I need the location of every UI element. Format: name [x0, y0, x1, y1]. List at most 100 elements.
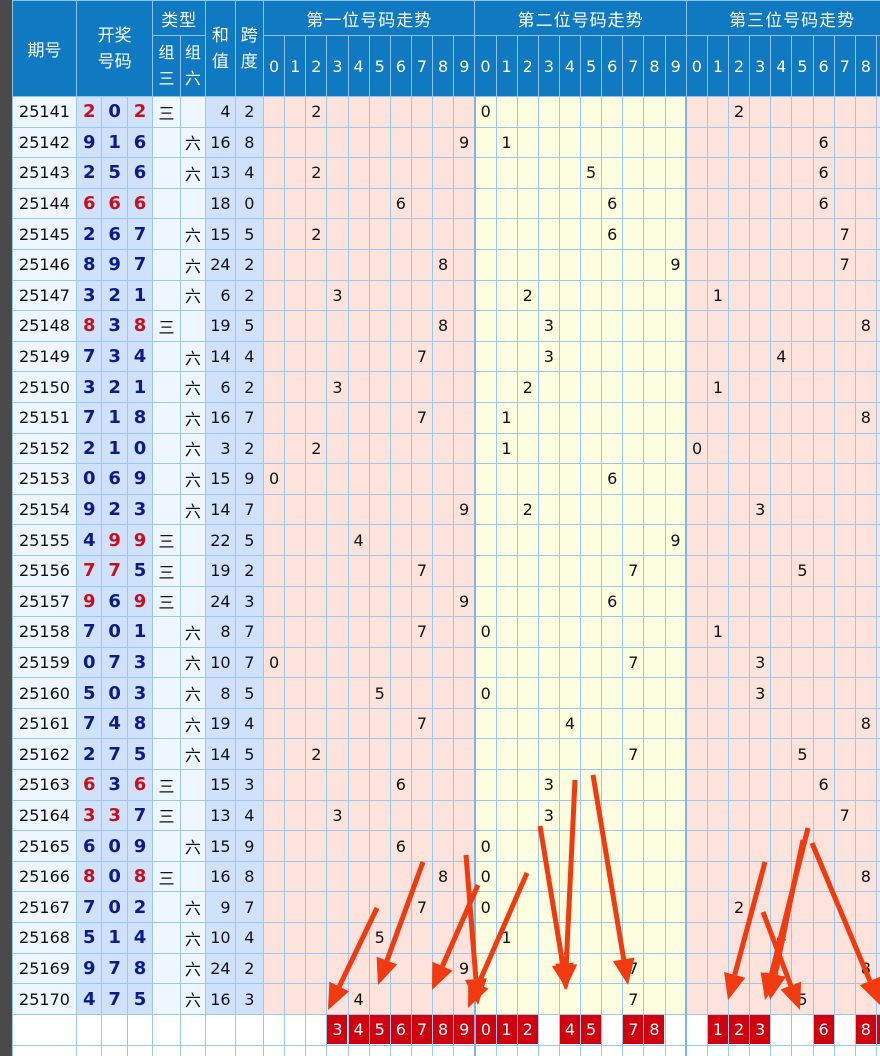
trend-cell — [432, 340, 455, 373]
trend-cell — [580, 524, 603, 556]
trend-cell — [643, 585, 666, 618]
trend-hit: 9 — [875, 830, 880, 862]
trend-cell — [284, 340, 307, 373]
trend-cell — [685, 860, 708, 893]
draw-digit: 2 — [126, 891, 154, 924]
trend-cell — [833, 738, 856, 771]
trend-cell — [664, 799, 688, 832]
trend-cell — [580, 707, 603, 740]
trend-cell — [622, 463, 645, 495]
trend-cell — [770, 585, 793, 618]
trend-cell — [558, 463, 582, 495]
trend-cell — [601, 340, 624, 373]
group3-cell — [152, 922, 181, 954]
trend-hit: 8 — [432, 310, 455, 342]
trend-cell — [791, 891, 814, 924]
trend-cell — [558, 248, 582, 281]
trend-cell — [432, 677, 455, 709]
draw-digit: 1 — [126, 279, 154, 312]
trend-cell — [770, 157, 793, 189]
trend-cell — [453, 922, 476, 954]
header-section-3: 第三位号码走势 — [685, 0, 880, 36]
trend-cell — [770, 187, 793, 220]
group3-cell — [152, 983, 181, 1015]
trend-cell — [495, 493, 518, 526]
header-digit-9: 9 — [664, 35, 687, 97]
trend-cell — [728, 922, 751, 954]
trend-cell — [495, 218, 518, 250]
trend-cell — [770, 371, 793, 403]
draw-digit: 0 — [101, 860, 128, 893]
trend-cell — [601, 432, 624, 465]
trend-hit: 4 — [770, 340, 793, 373]
trend-cell — [875, 799, 880, 832]
blank-cell — [126, 1013, 154, 1046]
trend-cell — [368, 769, 391, 801]
trend-cell — [432, 585, 455, 618]
trend-cell — [580, 493, 603, 526]
draw-digit: 3 — [126, 646, 154, 679]
trend-cell — [389, 340, 412, 373]
prediction-cell — [305, 1013, 328, 1046]
trend-cell — [664, 769, 688, 801]
trend-cell — [812, 432, 835, 465]
trend-cell — [664, 218, 688, 250]
trend-hit: 2 — [305, 432, 328, 465]
trend-cell — [643, 983, 666, 1015]
trend-cell — [706, 922, 730, 954]
trend-cell — [685, 983, 708, 1015]
group6-cell: 六 — [179, 830, 207, 862]
prediction-cell — [558, 1044, 582, 1056]
trend-cell — [516, 126, 539, 159]
trend-cell — [833, 891, 856, 924]
header-draw-numbers: 开奖号码 — [76, 0, 154, 97]
draw-digit: 0 — [101, 96, 128, 128]
trend-cell — [875, 616, 880, 648]
trend-cell — [875, 983, 880, 1015]
trend-cell — [580, 401, 603, 434]
prediction-cell: 4 — [558, 1013, 582, 1046]
draw-digit: 8 — [126, 952, 154, 985]
group6-cell — [179, 524, 207, 556]
group3-cell — [152, 218, 181, 250]
trend-cell — [854, 554, 877, 587]
trend-cell — [749, 218, 772, 250]
trend-hit: 0 — [474, 891, 497, 924]
trend-cell — [495, 187, 518, 220]
trend-cell — [685, 401, 708, 434]
trend-cell — [305, 524, 328, 556]
blank-cell — [234, 1013, 265, 1046]
trend-cell — [537, 585, 560, 618]
prediction-cell — [601, 1044, 624, 1056]
sum-cell: 24 — [205, 248, 236, 281]
span-cell: 0 — [234, 187, 265, 220]
trend-cell — [305, 616, 328, 648]
blank-cell — [205, 1044, 236, 1056]
trend-cell — [368, 554, 391, 587]
trend-cell — [326, 96, 349, 128]
span-cell: 2 — [234, 279, 265, 312]
trend-cell — [791, 248, 814, 281]
trend-cell — [432, 891, 455, 924]
trend-cell — [453, 524, 476, 556]
trend-cell — [453, 310, 476, 342]
trend-cell — [263, 310, 286, 342]
group3-cell — [152, 248, 181, 281]
draw-digit: 6 — [126, 187, 154, 220]
trend-cell — [368, 891, 391, 924]
trend-cell — [410, 860, 434, 893]
trend-cell — [305, 585, 328, 618]
trend-cell — [706, 126, 730, 159]
trend-cell — [410, 432, 434, 465]
trend-cell — [558, 218, 582, 250]
trend-cell — [389, 707, 412, 740]
prediction-cell: 1 — [495, 1013, 518, 1046]
sum-cell: 10 — [205, 922, 236, 954]
trend-cell — [432, 279, 455, 312]
table-row: 25157969三243969 — [12, 585, 880, 618]
trend-cell — [326, 554, 349, 587]
draw-digit: 2 — [76, 96, 103, 128]
trend-cell — [495, 279, 518, 312]
trend-cell — [389, 524, 412, 556]
trend-cell — [685, 126, 708, 159]
